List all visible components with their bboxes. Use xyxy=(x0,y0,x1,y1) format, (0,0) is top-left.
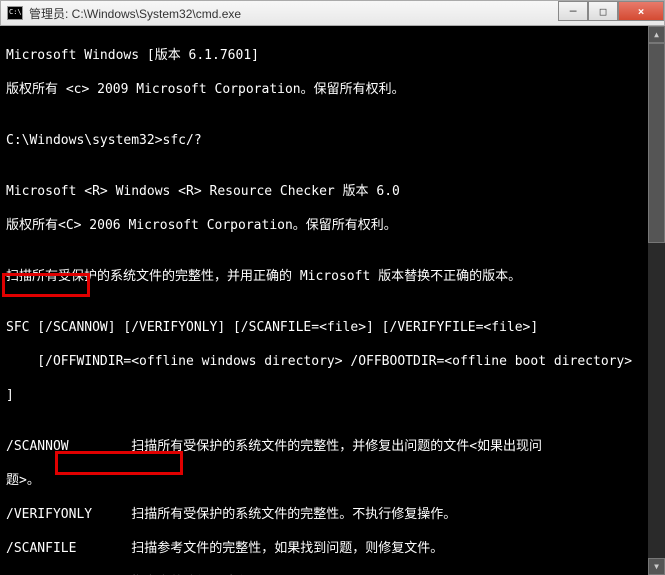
minimize-button[interactable]: ─ xyxy=(558,1,588,21)
terminal-line: Microsoft <R> Windows <R> Resource Check… xyxy=(6,183,659,200)
maximize-button[interactable]: □ xyxy=(588,1,618,21)
terminal-line: ] xyxy=(6,387,659,404)
window-title: 管理员: C:\Windows\System32\cmd.exe xyxy=(29,5,241,22)
terminal-line: /VERIFYONLY 扫描所有受保护的系统文件的完整性。不执行修复操作。 xyxy=(6,506,659,523)
terminal-line: 题>。 xyxy=(6,472,659,489)
terminal-line: 版权所有 <c> 2009 Microsoft Corporation。保留所有… xyxy=(6,81,659,98)
close-button[interactable]: × xyxy=(618,1,664,21)
terminal-line: /SCANFILE 扫描参考文件的完整性，如果找到问题，则修复文件。 xyxy=(6,540,659,557)
terminal-line: Microsoft Windows [版本 6.1.7601] xyxy=(6,47,659,64)
vertical-scrollbar[interactable]: ▲ ▼ xyxy=(648,26,665,575)
scroll-track[interactable] xyxy=(648,43,665,558)
window-controls: ─ □ × xyxy=(558,1,664,21)
terminal-line: SFC [/SCANNOW] [/VERIFYONLY] [/SCANFILE=… xyxy=(6,319,659,336)
terminal-line: [/OFFWINDIR=<offline windows directory> … xyxy=(6,353,659,370)
window-titlebar[interactable]: 管理员: C:\Windows\System32\cmd.exe ─ □ × xyxy=(0,0,665,26)
cmd-icon xyxy=(7,6,23,20)
terminal-line: 版权所有<C> 2006 Microsoft Corporation。保留所有权… xyxy=(6,217,659,234)
terminal-line: /SCANNOW 扫描所有受保护的系统文件的完整性，并修复出问题的文件<如果出现… xyxy=(6,438,659,455)
scroll-down-button[interactable]: ▼ xyxy=(648,558,665,575)
scroll-thumb[interactable] xyxy=(648,43,665,243)
scroll-up-button[interactable]: ▲ xyxy=(648,26,665,43)
terminal-output[interactable]: Microsoft Windows [版本 6.1.7601] 版权所有 <c>… xyxy=(0,26,665,575)
terminal-line: C:\Windows\system32>sfc/? xyxy=(6,132,659,149)
terminal-line: 扫描所有受保护的系统文件的完整性，并用正确的 Microsoft 版本替换不正确… xyxy=(6,268,659,285)
